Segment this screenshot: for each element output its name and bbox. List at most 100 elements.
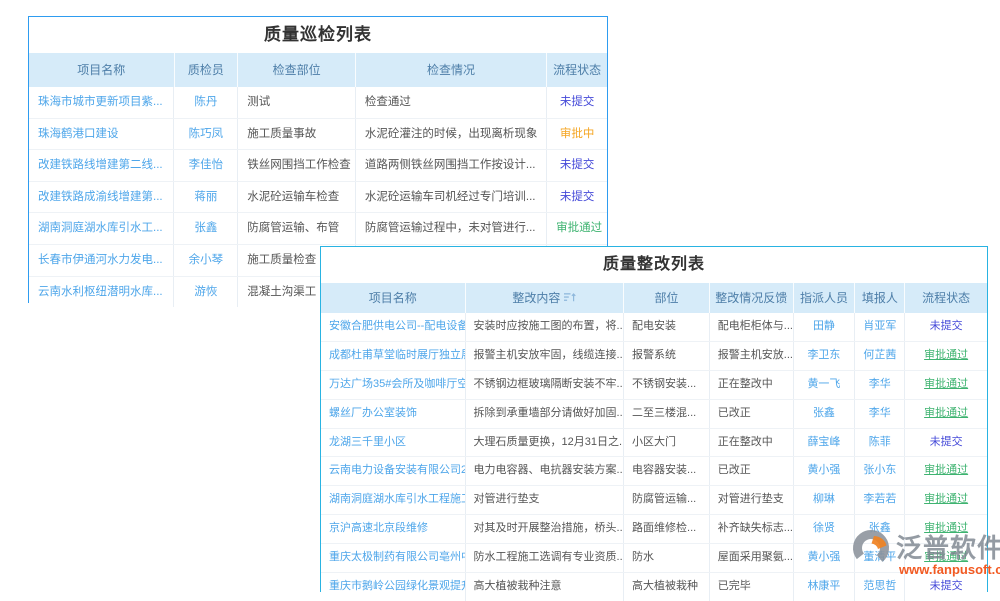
reporter-link[interactable]: 张小东	[855, 457, 905, 485]
project-link[interactable]: 改建铁路线增建第二线...	[29, 150, 174, 181]
status-text: 未提交	[905, 313, 987, 341]
table-row: 万达广场35#会所及咖啡厅空...不锈钢边框玻璃隔断安装不牢...不锈钢安装..…	[321, 371, 987, 400]
content-cell: 高大植被栽种注意	[466, 573, 624, 601]
content-cell: 对管进行垫支	[466, 486, 624, 514]
part-cell: 报警系统	[624, 342, 710, 370]
project-link[interactable]: 京沪高速北京段维修	[321, 515, 466, 543]
assignee-link[interactable]: 黄一飞	[794, 371, 856, 399]
table-row: 改建铁路成渝线增建第...蒋丽水泥砼运输车检查水泥砼运输车司机经过专门培训...…	[29, 182, 607, 214]
project-link[interactable]: 珠海鹤港口建设	[29, 119, 174, 150]
status-text: 未提交	[547, 87, 607, 118]
rectification-table-header: 项目名称 整改内容 部位 整改情况反馈 指派人员 填报人 流程状态	[321, 283, 987, 313]
reporter-link[interactable]: 李华	[855, 400, 905, 428]
status-text[interactable]: 审批通过	[905, 342, 987, 370]
content-cell: 拆除到承重墙部分请做好加固...	[466, 400, 624, 428]
project-link[interactable]: 重庆太极制药有限公司亳州中...	[321, 544, 466, 572]
part-cell: 二至三楼混...	[624, 400, 710, 428]
situation-cell: 防腐管运输过程中，未对管进行...	[356, 213, 547, 244]
reporter-link[interactable]: 何芷茜	[855, 342, 905, 370]
inspector-link[interactable]: 张鑫	[174, 213, 238, 244]
part-cell: 防腐管运输、布管	[238, 213, 356, 244]
column-header-workflow-status: 流程状态	[905, 283, 987, 313]
content-cell: 不锈钢边框玻璃隔断安装不牢...	[466, 371, 624, 399]
status-text[interactable]: 审批通过	[905, 544, 987, 572]
part-cell: 小区大门	[624, 429, 710, 457]
part-cell: 测试	[238, 87, 356, 118]
status-text[interactable]: 审批通过	[905, 457, 987, 485]
content-cell: 对其及时开展整治措施，桥头...	[466, 515, 624, 543]
reporter-link[interactable]: 张鑫	[855, 515, 905, 543]
reporter-link[interactable]: 李华	[855, 371, 905, 399]
project-link[interactable]: 成都杜甫草堂临时展厅独立展...	[321, 342, 466, 370]
assignee-link[interactable]: 李卫东	[794, 342, 856, 370]
feedback-cell: 已改正	[710, 457, 794, 485]
feedback-cell: 报警主机安放...	[710, 342, 794, 370]
reporter-link[interactable]: 肖亚军	[855, 313, 905, 341]
column-header-inspection-detail: 检查情况	[356, 53, 547, 87]
table-row: 龙湖三千里小区大理石质量更换，12月31日之...小区大门正在整改中薛宝峰陈菲未…	[321, 429, 987, 458]
project-link[interactable]: 珠海市城市更新项目紫...	[29, 87, 174, 118]
assignee-link[interactable]: 黄小强	[794, 457, 856, 485]
column-header-workflow-status: 流程状态	[547, 53, 607, 87]
project-link[interactable]: 湖南洞庭湖水库引水工程施工标	[321, 486, 466, 514]
reporter-link[interactable]: 范思哲	[855, 573, 905, 601]
inspector-link[interactable]: 游恢	[174, 277, 238, 308]
status-text: 审批中	[547, 119, 607, 150]
project-link[interactable]: 云南电力设备安装有限公司20...	[321, 457, 466, 485]
feedback-cell: 正在整改中	[710, 429, 794, 457]
status-text[interactable]: 审批通过	[905, 486, 987, 514]
status-text[interactable]: 审批通过	[905, 371, 987, 399]
status-text[interactable]: 审批通过	[905, 515, 987, 543]
assignee-link[interactable]: 张鑫	[794, 400, 856, 428]
column-header-project-name: 项目名称	[29, 53, 175, 87]
project-link[interactable]: 长春市伊通河水力发电...	[29, 245, 174, 276]
inspector-link[interactable]: 陈巧凤	[174, 119, 238, 150]
part-cell: 配电安装	[624, 313, 710, 341]
status-text: 审批通过	[547, 213, 607, 244]
rectification-table-title: 质量整改列表	[321, 247, 987, 283]
table-row: 改建铁路线增建第二线...李佳怡铁丝网围挡工作检查道路两侧铁丝网围挡工作按设计.…	[29, 150, 607, 182]
inspector-link[interactable]: 陈丹	[174, 87, 238, 118]
project-link[interactable]: 重庆市鹅岭公园绿化景观提升...	[321, 573, 466, 601]
assignee-link[interactable]: 徐贤	[794, 515, 856, 543]
inspector-link[interactable]: 蒋丽	[174, 182, 238, 213]
reporter-link[interactable]: 陈菲	[855, 429, 905, 457]
rectify-content-label: 整改内容	[512, 291, 560, 305]
content-cell: 安装时应按施工图的布置，将...	[466, 313, 624, 341]
column-header-assignee: 指派人员	[794, 283, 856, 313]
assignee-link[interactable]: 田静	[794, 313, 856, 341]
table-row: 湖南洞庭湖水库引水工程施工标对管进行垫支防腐管运输...对管进行垫支柳琳李若若审…	[321, 486, 987, 515]
assignee-link[interactable]: 薛宝峰	[794, 429, 856, 457]
status-text[interactable]: 审批通过	[905, 400, 987, 428]
reporter-link[interactable]: 李若若	[855, 486, 905, 514]
feedback-cell: 正在整改中	[710, 371, 794, 399]
project-link[interactable]: 安徽合肥供电公司--配电设备...	[321, 313, 466, 341]
project-link[interactable]: 万达广场35#会所及咖啡厅空...	[321, 371, 466, 399]
project-link[interactable]: 龙湖三千里小区	[321, 429, 466, 457]
project-link[interactable]: 改建铁路成渝线增建第...	[29, 182, 174, 213]
part-cell: 路面维修检...	[624, 515, 710, 543]
assignee-link[interactable]: 柳琳	[794, 486, 856, 514]
content-cell: 大理石质量更换，12月31日之...	[466, 429, 624, 457]
content-cell: 报警主机安放牢固，线缆连接...	[466, 342, 624, 370]
column-header-part: 部位	[624, 283, 710, 313]
table-row: 螺丝厂办公室装饰拆除到承重墙部分请做好加固...二至三楼混...已改正张鑫李华审…	[321, 400, 987, 429]
part-cell: 水泥砼运输车检查	[238, 182, 356, 213]
column-header-rectify-content: 整改内容	[466, 283, 625, 313]
assignee-link[interactable]: 林康平	[794, 573, 856, 601]
inspector-link[interactable]: 李佳怡	[174, 150, 238, 181]
assignee-link[interactable]: 黄小强	[794, 544, 856, 572]
feedback-cell: 补齐缺失标志...	[710, 515, 794, 543]
content-cell: 防水工程施工选调有专业资质...	[466, 544, 624, 572]
column-header-quality-inspector: 质检员	[175, 53, 239, 87]
feedback-cell: 配电柜柜体与...	[710, 313, 794, 341]
feedback-cell: 屋面采用聚氨...	[710, 544, 794, 572]
project-link[interactable]: 螺丝厂办公室装饰	[321, 400, 466, 428]
project-link[interactable]: 湖南洞庭湖水库引水工...	[29, 213, 174, 244]
part-cell: 防腐管运输...	[624, 486, 710, 514]
project-link[interactable]: 云南水利枢纽潜明水库...	[29, 277, 174, 308]
reporter-link[interactable]: 董清平	[855, 544, 905, 572]
inspector-link[interactable]: 余小琴	[174, 245, 238, 276]
quality-rectification-table: 质量整改列表 项目名称 整改内容 部位 整改情况反馈 指派人员 填报人 流程状态…	[320, 246, 988, 592]
sort-ascending-icon[interactable]	[564, 291, 576, 303]
